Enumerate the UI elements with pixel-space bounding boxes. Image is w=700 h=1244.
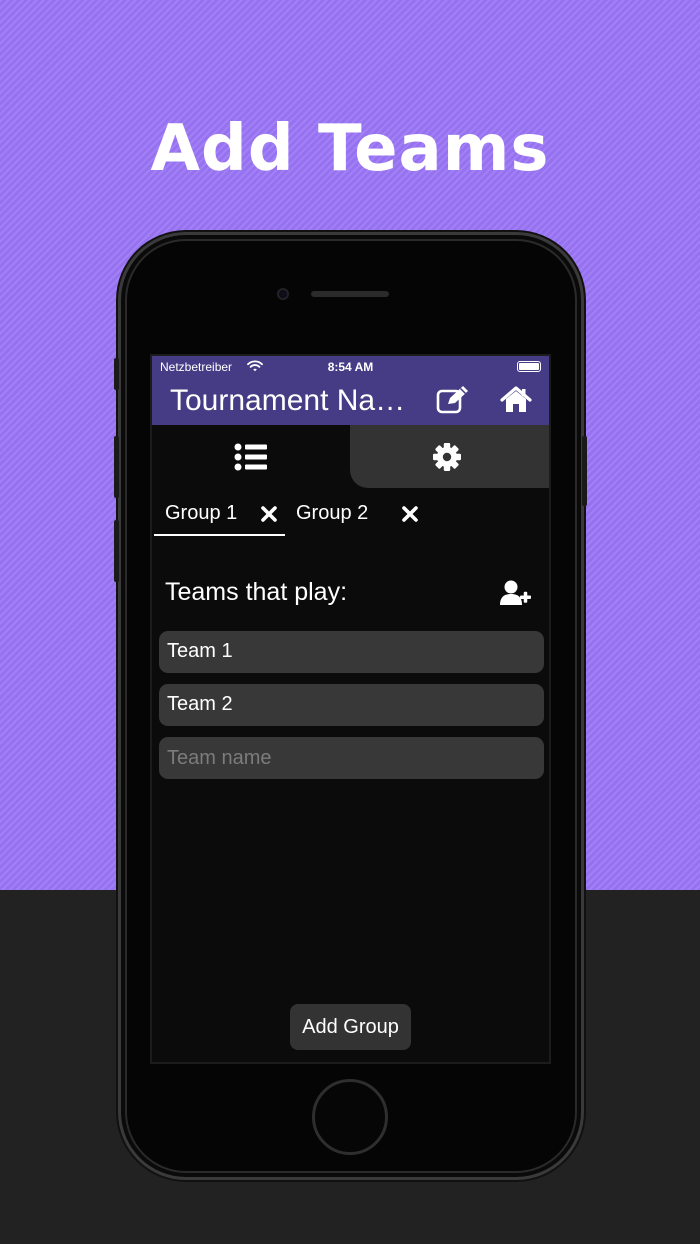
app-screen: Netzbetreiber 8:54 AM Tournament Na… Gro… [150,354,551,1064]
add-user-icon[interactable] [500,580,532,611]
gear-icon [432,442,462,477]
tab-settings[interactable] [350,425,549,488]
group-tab-2[interactable]: Group 2 [285,496,425,536]
close-icon[interactable] [402,505,418,528]
group-tab-label: Group 1 [165,502,238,524]
tab-bar [152,425,549,488]
phone-mute-switch [114,358,119,390]
speaker-grille [311,291,389,297]
status-bar: Netzbetreiber 8:54 AM [152,356,549,378]
group-tabs: Group 1 Group 2 [152,496,549,536]
team-row[interactable]: Team 1 [159,631,544,673]
close-icon[interactable] [261,505,277,528]
group-tab-label: Group 2 [296,502,369,524]
phone-power-button [582,436,587,506]
battery-icon [517,361,541,372]
home-icon[interactable] [500,386,532,419]
front-camera [277,288,289,300]
list-icon [234,443,268,476]
add-group-button[interactable]: Add Group [290,1004,411,1050]
phone-volume-up [114,436,119,498]
team-name-input[interactable] [159,737,544,779]
edit-icon[interactable] [436,385,470,420]
home-button[interactable] [312,1079,388,1155]
phone-volume-down [114,520,119,582]
tab-teams-list[interactable] [152,425,350,488]
group-tab-1[interactable]: Group 1 [154,496,285,536]
team-row[interactable]: Team 2 [159,684,544,726]
headline: Add Teams [150,112,550,186]
status-time: 8:54 AM [327,360,374,374]
tournament-title: Tournament Na… [170,384,406,417]
nav-bar: Tournament Na… [152,378,549,425]
teams-section-title: Teams that play: [165,578,348,606]
